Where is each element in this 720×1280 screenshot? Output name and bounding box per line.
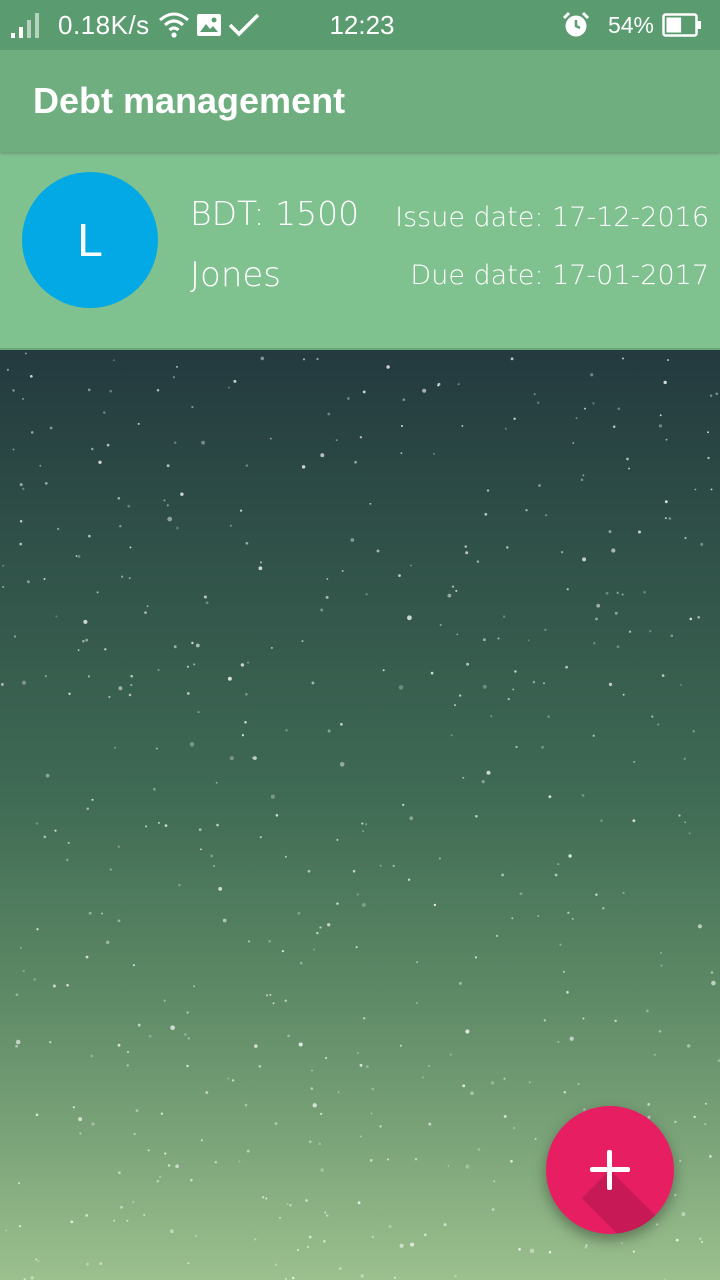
page-title: Debt management (33, 80, 346, 121)
add-debt-button[interactable] (546, 1106, 674, 1234)
debt-amount: BDT: 1500 (190, 194, 360, 233)
due-date: Due date: 17-01-2017 (410, 260, 709, 291)
battery-percent: 54% (607, 11, 654, 38)
avatar: L (22, 172, 158, 308)
app-bar: Debt management (0, 50, 720, 152)
debtor-name: Jones (190, 255, 282, 295)
status-bar: 0.18K/s 12:23 54% (0, 0, 720, 50)
debt-list-item[interactable]: L BDT: 1500 Jones Issue date: 17-12-2016… (0, 152, 720, 350)
issue-date: Issue date: 17-12-2016 (395, 202, 709, 233)
alarm-icon (562, 11, 590, 39)
plus-icon (590, 1150, 630, 1190)
battery-icon (662, 13, 702, 37)
